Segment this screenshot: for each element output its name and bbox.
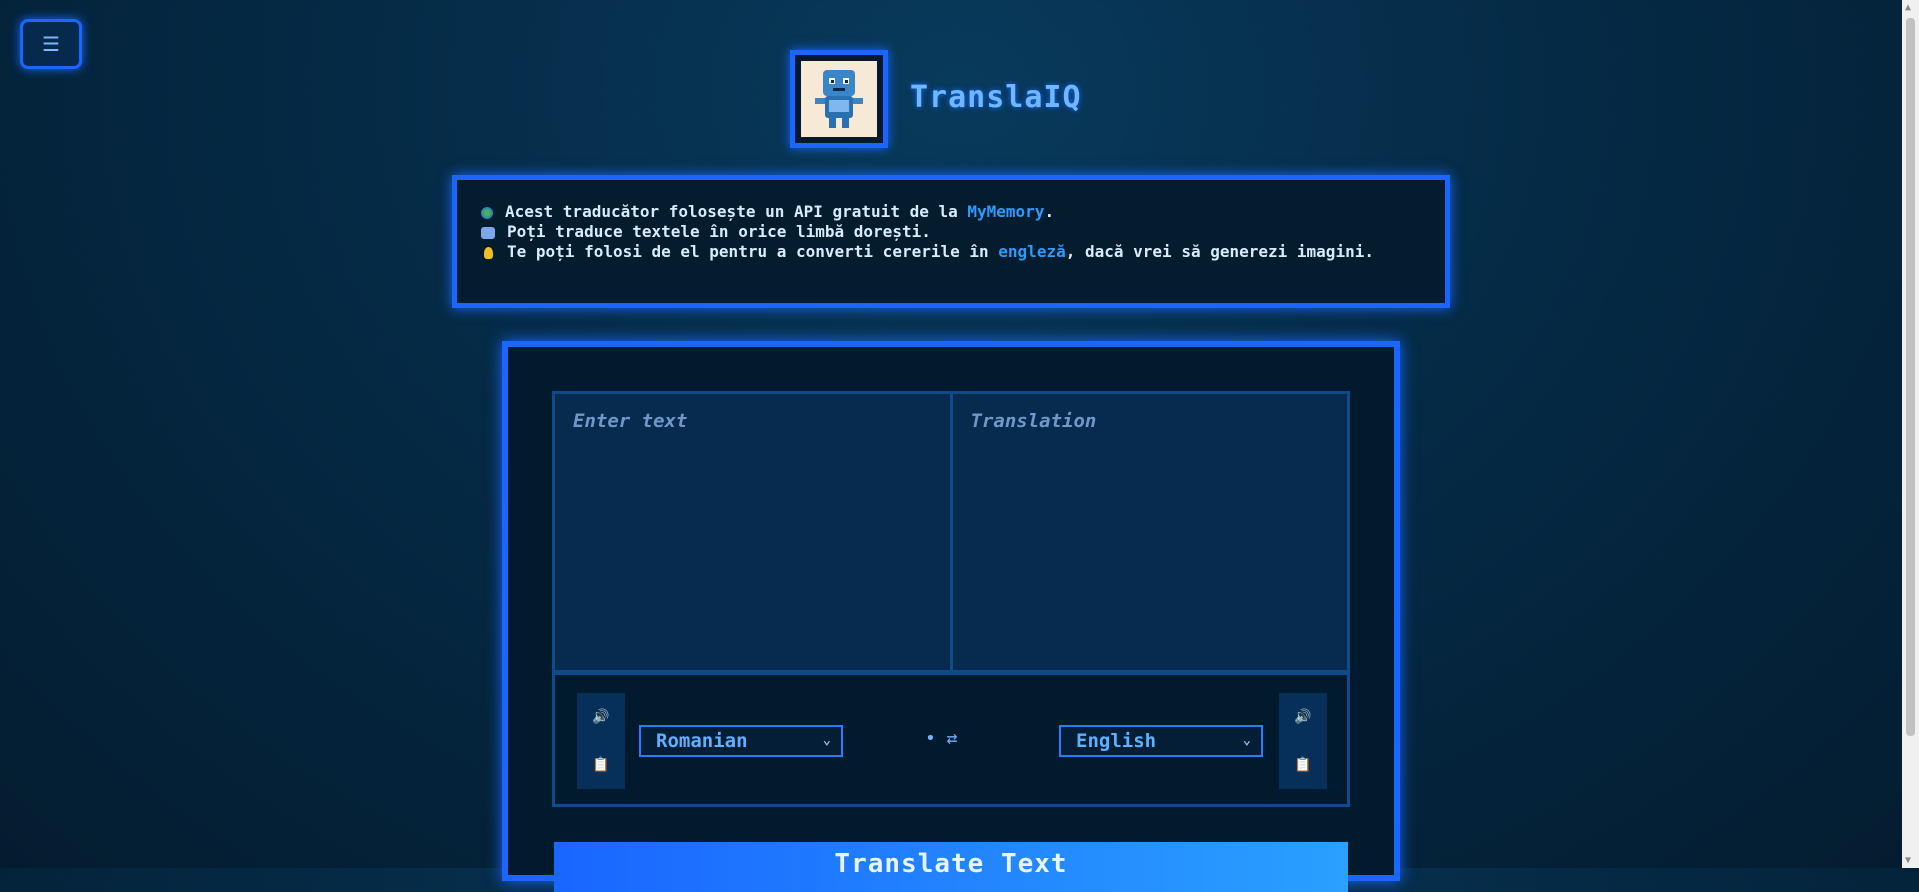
globe-icon <box>481 206 493 219</box>
lightbulb-icon <box>484 246 493 259</box>
translator-card: Enter text Translation 🔊 📋 Romanian ⌄ • … <box>502 341 1400 892</box>
info-line-api: Acest traducător folosește un API gratui… <box>481 202 1421 222</box>
target-tools: 🔊 📋 <box>1279 693 1327 789</box>
info-panel: Acest traducător folosește un API gratui… <box>452 175 1450 308</box>
info-line-english: Te poți folosi de el pentru a converti c… <box>481 242 1421 262</box>
source-tools: 🔊 📋 <box>577 693 625 789</box>
mymemory-link[interactable]: MyMemory <box>967 202 1044 221</box>
scroll-down-icon[interactable]: ▼ <box>1905 855 1911 866</box>
scroll-up-icon[interactable]: ▲ <box>1905 2 1911 13</box>
language-controls: 🔊 📋 Romanian ⌄ • ⇄ English ⌄ 🔊 📋 <box>552 672 1350 807</box>
translation-output: Translation <box>949 394 1348 670</box>
card-icon <box>481 226 495 239</box>
hamburger-icon: ☰ <box>42 32 60 56</box>
translate-button[interactable]: Translate Text <box>554 842 1348 892</box>
copy-icon[interactable]: 📋 <box>592 757 609 773</box>
robot-translator-icon <box>815 70 863 128</box>
swap-languages-button[interactable]: • ⇄ <box>925 728 958 749</box>
speaker-icon[interactable]: 🔊 <box>1294 709 1311 725</box>
copy-icon[interactable]: 📋 <box>1294 757 1311 773</box>
menu-button[interactable]: ☰ <box>20 19 82 69</box>
target-language-select[interactable]: English ⌄ <box>1059 725 1263 757</box>
app-title: TranslaIQ <box>910 80 1082 115</box>
source-text-input[interactable]: Enter text <box>555 394 950 670</box>
info-line-languages: Poți traduce textele în orice limbă dore… <box>481 222 1421 242</box>
scroll-thumb[interactable] <box>1906 18 1915 736</box>
chevron-down-icon: ⌄ <box>822 732 831 748</box>
scrollbar[interactable]: ▲ ▼ <box>1902 0 1919 868</box>
source-language-select[interactable]: Romanian ⌄ <box>639 725 843 757</box>
english-highlight: engleză <box>998 242 1066 261</box>
logo <box>790 50 888 148</box>
chevron-down-icon: ⌄ <box>1242 732 1251 748</box>
speaker-icon[interactable]: 🔊 <box>592 709 609 725</box>
text-panes: Enter text Translation <box>552 391 1350 673</box>
